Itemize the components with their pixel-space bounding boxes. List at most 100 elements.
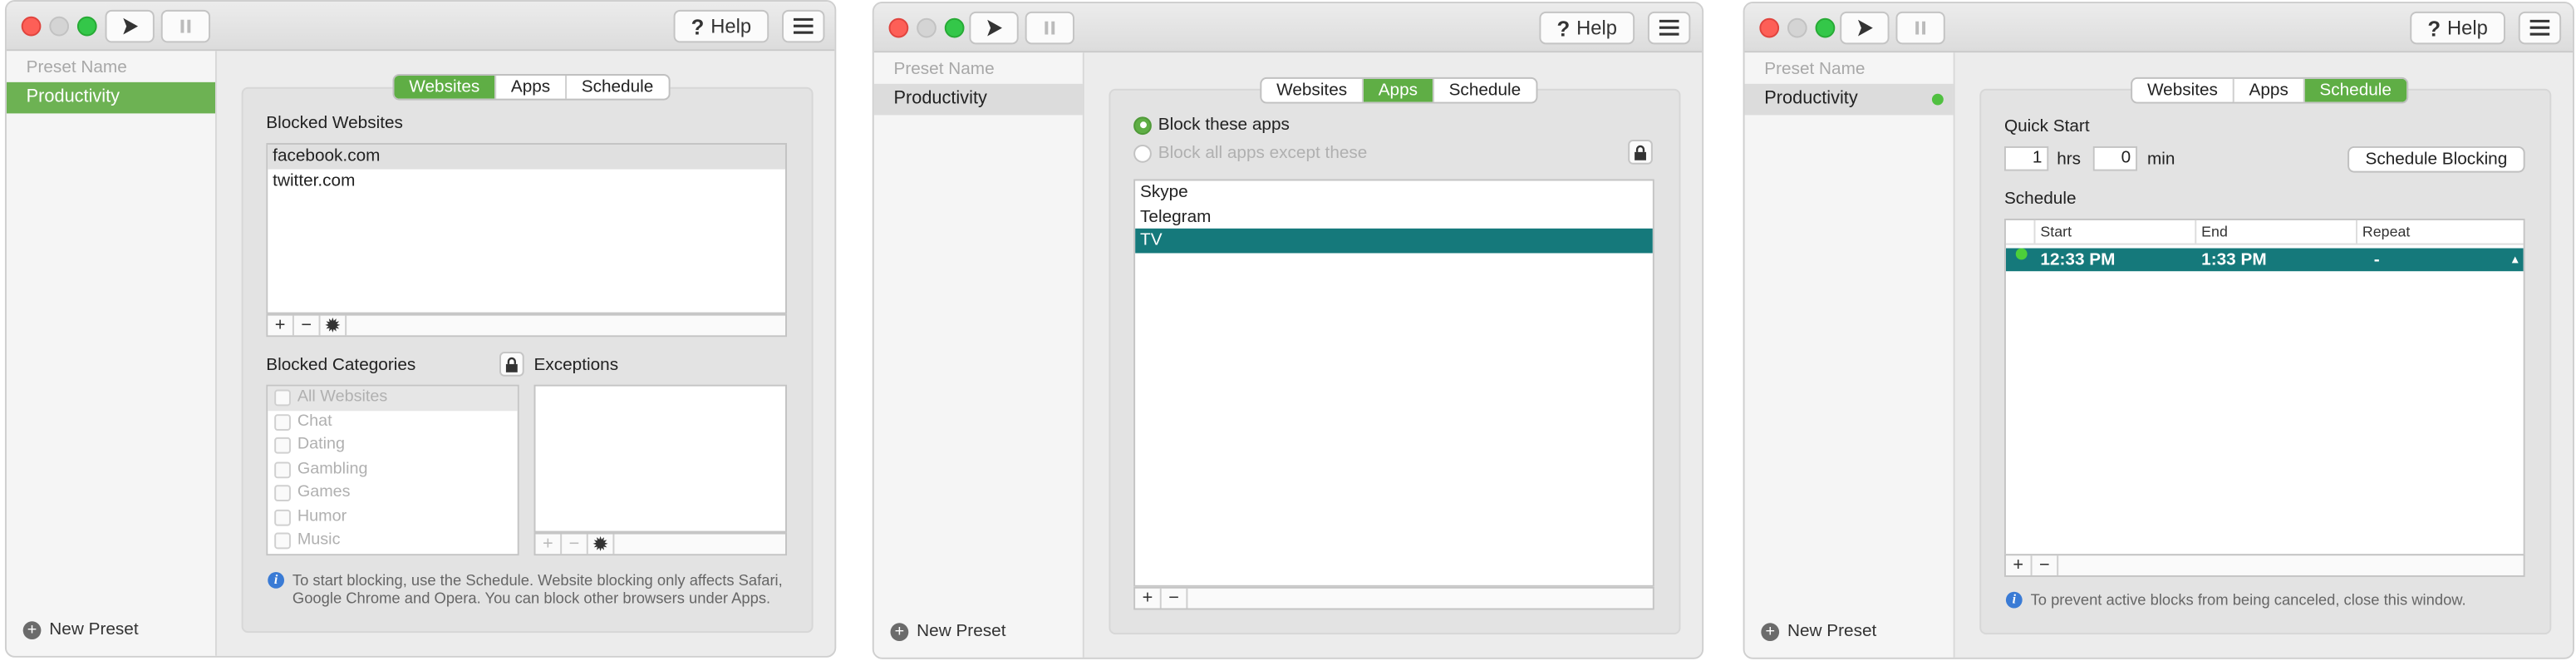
- schedule-blocking-button[interactable]: Schedule Blocking: [2347, 146, 2525, 173]
- minutes-input[interactable]: 0: [2092, 146, 2138, 171]
- play-arrow-icon: [123, 17, 139, 35]
- tab-schedule[interactable]: Schedule: [2304, 78, 2406, 102]
- help-label: Help: [710, 14, 752, 38]
- info-icon: i: [268, 571, 285, 589]
- exceptions-list[interactable]: [533, 384, 787, 533]
- category-gambling[interactable]: Gambling: [268, 458, 518, 482]
- apps-lock-button[interactable]: [1628, 140, 1653, 165]
- websites-info-note: i To start blocking, use the Schedule. W…: [268, 571, 794, 608]
- minimize-window-button[interactable]: [1787, 17, 1807, 38]
- chevron-updown-icon[interactable]: ▴ ▾: [2512, 249, 2519, 294]
- tab-websites[interactable]: Websites: [394, 75, 497, 99]
- row-repeat[interactable]: -: [2374, 249, 2380, 272]
- checkbox-icon: [274, 485, 291, 502]
- exceptions-title: Exceptions: [533, 355, 619, 375]
- list-item[interactable]: Skype: [1135, 180, 1653, 205]
- info-text-line1: To start blocking, use the Schedule. Web…: [292, 571, 783, 589]
- active-status-dot: [1931, 93, 1944, 106]
- apps-list[interactable]: Skype Telegram TV: [1133, 179, 1654, 587]
- new-preset-button[interactable]: + New Preset: [22, 619, 139, 639]
- remove-schedule-button[interactable]: −: [2033, 555, 2059, 575]
- zoom-window-button[interactable]: [944, 17, 965, 38]
- category-chat[interactable]: Chat: [268, 410, 518, 434]
- tab-apps[interactable]: Apps: [1363, 78, 1434, 102]
- preset-name-header: Preset Name: [893, 59, 995, 79]
- info-text: To prevent active blocks from being canc…: [2030, 591, 2466, 609]
- minimize-window-button[interactable]: [49, 16, 70, 37]
- blocked-websites-title: Blocked Websites: [266, 113, 403, 134]
- minimize-window-button[interactable]: [917, 17, 937, 38]
- blocked-websites-list[interactable]: facebook.com twitter.com: [266, 142, 787, 314]
- zoom-window-button[interactable]: [1815, 17, 1836, 38]
- window-schedule: ? Help Preset Name Productivity + New Pr…: [1743, 1, 2574, 659]
- list-item[interactable]: facebook.com: [268, 144, 786, 169]
- preset-name-header: Preset Name: [26, 57, 127, 77]
- new-preset-button[interactable]: + New Preset: [890, 621, 1005, 641]
- gear-icon: ✹: [324, 313, 342, 338]
- add-website-button[interactable]: +: [268, 315, 294, 336]
- categories-lock-button[interactable]: [499, 352, 524, 377]
- start-button[interactable]: [1840, 11, 1890, 45]
- zoom-window-button[interactable]: [76, 16, 97, 37]
- pause-button[interactable]: [1025, 11, 1074, 45]
- table-row[interactable]: 12:33 PM 1:33 PM - ▴ ▾: [2005, 248, 2524, 289]
- column-start[interactable]: Start: [2036, 220, 2197, 244]
- schedule-table[interactable]: Start End Repeat 12:33 PM 1:33 PM - ▴ ▾: [2003, 218, 2525, 556]
- menu-button[interactable]: [2518, 11, 2562, 45]
- exception-settings-button[interactable]: ✹: [588, 535, 615, 555]
- help-label: Help: [1576, 16, 1617, 40]
- quick-start-title: Quick Start: [2003, 116, 2090, 137]
- category-music[interactable]: Music: [268, 530, 518, 554]
- add-app-button[interactable]: +: [1135, 588, 1162, 609]
- help-button[interactable]: ? Help: [2410, 11, 2505, 45]
- column-end[interactable]: End: [2196, 220, 2357, 244]
- close-window-button[interactable]: [21, 16, 42, 37]
- category-all-websites[interactable]: All Websites: [268, 386, 518, 411]
- sidebar-item-productivity[interactable]: Productivity: [6, 81, 215, 114]
- remove-website-button[interactable]: −: [294, 315, 321, 336]
- window-apps: ? Help Preset Name Productivity + New Pr…: [872, 1, 1704, 659]
- close-window-button[interactable]: [888, 17, 909, 38]
- category-games[interactable]: Games: [268, 481, 518, 506]
- list-item[interactable]: Telegram: [1135, 205, 1653, 229]
- tab-websites[interactable]: Websites: [1261, 78, 1364, 102]
- sidebar-item-productivity[interactable]: Productivity: [1744, 83, 1954, 116]
- tab-websites[interactable]: Websites: [2132, 78, 2234, 102]
- hours-input[interactable]: 1: [2003, 146, 2049, 171]
- menu-button[interactable]: [1647, 11, 1691, 45]
- tab-apps[interactable]: Apps: [496, 75, 567, 99]
- tab-schedule[interactable]: Schedule: [567, 76, 668, 99]
- list-item[interactable]: TV: [1135, 228, 1653, 253]
- radio-block-all-except[interactable]: Block all apps except these: [1133, 143, 1367, 163]
- pause-button[interactable]: [160, 9, 211, 43]
- remove-exception-button[interactable]: −: [562, 534, 588, 555]
- pause-button[interactable]: [1895, 11, 1945, 45]
- website-settings-button[interactable]: ✹: [321, 313, 347, 338]
- menu-button[interactable]: [782, 9, 825, 43]
- blocked-categories-list[interactable]: All Websites Chat Dating Gambling Games …: [266, 384, 519, 556]
- tab-apps[interactable]: Apps: [2234, 78, 2305, 102]
- close-window-button[interactable]: [1759, 17, 1780, 38]
- add-exception-button[interactable]: +: [536, 534, 563, 555]
- help-button[interactable]: ? Help: [1539, 11, 1635, 45]
- list-item[interactable]: twitter.com: [268, 169, 785, 193]
- add-schedule-button[interactable]: +: [2006, 555, 2033, 575]
- remove-app-button[interactable]: −: [1162, 588, 1188, 609]
- preset-name-header: Preset Name: [1764, 59, 1866, 79]
- tab-schedule[interactable]: Schedule: [1434, 79, 1536, 102]
- start-button[interactable]: [969, 11, 1019, 45]
- titlebar: ? Help: [1744, 2, 2573, 53]
- sidebar-item-productivity[interactable]: Productivity: [873, 83, 1083, 116]
- new-preset-button[interactable]: + New Preset: [1761, 621, 1876, 641]
- column-repeat[interactable]: Repeat: [2357, 220, 2524, 244]
- help-button[interactable]: ? Help: [673, 9, 769, 43]
- schedule-title: Schedule: [2003, 189, 2077, 210]
- start-button[interactable]: [105, 9, 155, 43]
- help-question-icon: ?: [691, 13, 705, 39]
- hamburger-icon: [793, 17, 814, 34]
- checkbox-icon: [274, 461, 291, 478]
- hamburger-icon: [1659, 19, 1679, 36]
- category-humor[interactable]: Humor: [268, 506, 518, 530]
- category-dating[interactable]: Dating: [268, 434, 518, 458]
- radio-block-these-apps[interactable]: Block these apps: [1133, 115, 1290, 135]
